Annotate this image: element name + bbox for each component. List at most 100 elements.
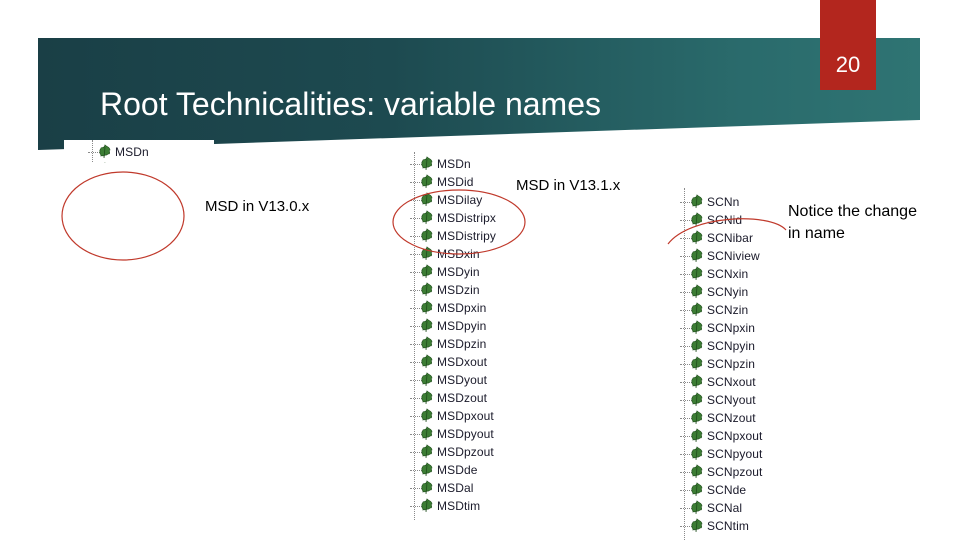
leaf-icon [691, 410, 703, 425]
tree-node-scnid[interactable]: SCNid [656, 211, 742, 229]
leaf-icon [421, 210, 433, 225]
tree-node-msdyin[interactable]: MSDyin [386, 263, 480, 281]
tree-node-msdpyin[interactable]: MSDpyin [386, 317, 486, 335]
tree-node-label: MSDxout [437, 355, 488, 369]
tree-node-scnpzout[interactable]: SCNpzout [656, 463, 763, 481]
leaf-icon [691, 392, 703, 407]
tree-node-msdilay[interactable]: MSDilay [386, 191, 482, 209]
tree-node-label: MSDn [115, 145, 149, 159]
leaf-icon [421, 174, 433, 189]
leaf-icon [421, 408, 433, 423]
tree-node-label: SCNde [707, 483, 747, 497]
tree-node-label: MSDpxout [437, 409, 494, 423]
tree-node-msdistripx[interactable]: MSDistripx [386, 209, 496, 227]
tree-node-msdpyout[interactable]: MSDpyout [386, 425, 494, 443]
tree-node-label: SCNyin [707, 285, 749, 299]
leaf-icon [421, 444, 433, 459]
leaf-icon [421, 318, 433, 333]
leaf-icon [691, 248, 703, 263]
tree-node-scnpzin[interactable]: SCNpzin [656, 355, 755, 373]
leaf-icon [691, 464, 703, 479]
tree-node-scnpyin[interactable]: SCNpyin [656, 337, 755, 355]
tree-node-label: SCNpyout [707, 447, 763, 461]
tree-node-label: MSDal [437, 481, 474, 495]
tree-node-msdxout[interactable]: MSDxout [386, 353, 487, 371]
tree-node-label: MSDistripx [437, 211, 497, 225]
tree-node-label: MSDpyin [437, 319, 487, 333]
tree-node-scnibar[interactable]: SCNibar [656, 229, 753, 247]
tree-node-label: SCNtim [707, 519, 749, 533]
tree-node-label: MSDn [437, 157, 471, 171]
tree-node-msdpzin[interactable]: MSDpzin [386, 335, 486, 353]
tree-node-msdal[interactable]: MSDal [386, 479, 474, 497]
tree-node-label: SCNiview [707, 249, 760, 263]
tree-node-msdpzout[interactable]: MSDpzout [386, 443, 494, 461]
tree-node-msdistripy[interactable]: MSDistripy [386, 227, 496, 245]
leaf-icon [421, 354, 433, 369]
tree-node-scnyin[interactable]: SCNyin [656, 283, 748, 301]
tree-node-label: SCNxout [707, 375, 756, 389]
variable-list-scn: SCNn SCNid SCNibar SCNiview SCNxin SCNyi… [656, 188, 786, 540]
leaf-icon [691, 338, 703, 353]
tree-node-label: MSDyin [437, 265, 480, 279]
tree-node-scnxin[interactable]: SCNxin [656, 265, 748, 283]
leaf-icon [421, 462, 433, 477]
leaf-icon [691, 212, 703, 227]
leaf-icon [421, 282, 433, 297]
tree-node-label: MSDilay [437, 193, 483, 207]
tree-node-scnal[interactable]: SCNal [656, 499, 742, 517]
tree-node-label: MSDtim [437, 499, 481, 513]
leaf-icon [691, 230, 703, 245]
change-callout: Notice the change in name [788, 201, 917, 245]
leaf-icon [691, 500, 703, 515]
tree-node-label: MSDde [437, 463, 478, 477]
tree-node-scnpyout[interactable]: SCNpyout [656, 445, 763, 463]
caption-v13-0: MSD in V13.0.x [205, 198, 310, 215]
tree-node-label: SCNn [707, 195, 740, 209]
tree-node-msdpxout[interactable]: MSDpxout [386, 407, 494, 425]
tree-node-scnyout[interactable]: SCNyout [656, 391, 756, 409]
tree-node-scniview[interactable]: SCNiview [656, 247, 760, 265]
leaf-icon [421, 192, 433, 207]
tree-node-label: MSDpyout [437, 427, 494, 441]
tree-node-label: SCNzout [707, 411, 756, 425]
leaf-icon [691, 320, 703, 335]
leaf-icon [691, 284, 703, 299]
variable-list-v13-1: MSDn MSDid MSDilay MSDistripx MSDistripy… [386, 152, 552, 520]
tree-node-msdzin[interactable]: MSDzin [386, 281, 480, 299]
tree-node-scntim[interactable]: SCNtim [656, 517, 749, 535]
tree-node-label: SCNpzin [707, 357, 756, 371]
leaf-icon [421, 480, 433, 495]
tree-node-scnpxout[interactable]: SCNpxout [656, 427, 763, 445]
leaf-icon [421, 264, 433, 279]
leaf-icon [691, 194, 703, 209]
tree-node-msdyout[interactable]: MSDyout [386, 371, 487, 389]
callout-line-1: Notice the change [788, 203, 917, 220]
tree-node-scnn[interactable]: SCNn [656, 193, 739, 211]
callout-line-2: in name [788, 225, 845, 242]
tree-node-msdtim[interactable]: MSDtim [386, 497, 480, 515]
tree-node-msdn[interactable]: MSDn [386, 155, 471, 173]
leaf-icon [691, 302, 703, 317]
variable-list-v13-0-ext [64, 163, 204, 520]
tree-node-msdid[interactable]: MSDid [386, 173, 474, 191]
leaf-icon [421, 390, 433, 405]
tree-node-label: MSDpxin [437, 301, 487, 315]
tree-node-scnzout[interactable]: SCNzout [656, 409, 756, 427]
tree-node-msdpxin[interactable]: MSDpxin [386, 299, 486, 317]
tree-node-scnxout[interactable]: SCNxout [656, 373, 756, 391]
tree-node-msdde[interactable]: MSDde [386, 461, 478, 479]
tree-node-msdn[interactable]: MSDn [64, 143, 149, 161]
tree-node-label: SCNibar [707, 231, 754, 245]
tree-node-label: MSDxin [437, 247, 480, 261]
leaf-icon [691, 374, 703, 389]
leaf-icon [691, 446, 703, 461]
tree-node-scnzin[interactable]: SCNzin [656, 301, 748, 319]
tree-node-scnde[interactable]: SCNde [656, 481, 746, 499]
tree-node-msdzout[interactable]: MSDzout [386, 389, 487, 407]
tree-node-label: MSDzin [437, 283, 480, 297]
tree-node-msdxin[interactable]: MSDxin [386, 245, 480, 263]
leaf-icon [421, 498, 433, 513]
tree-node-label: MSDyout [437, 373, 488, 387]
tree-node-scnpxin[interactable]: SCNpxin [656, 319, 755, 337]
